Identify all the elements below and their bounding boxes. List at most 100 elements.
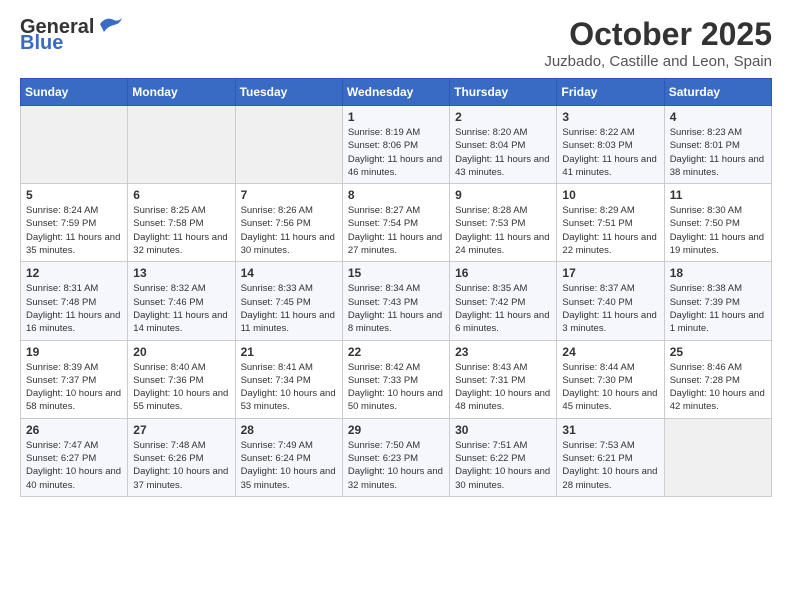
day-info: Sunrise: 8:28 AM Sunset: 7:53 PM Dayligh… <box>455 204 551 257</box>
table-row: 31 Sunrise: 7:53 AM Sunset: 6:21 PM Dayli… <box>557 418 664 496</box>
header-tuesday: Tuesday <box>235 79 342 106</box>
day-number: 14 <box>241 266 337 280</box>
day-number: 12 <box>26 266 122 280</box>
day-number: 28 <box>241 423 337 437</box>
table-row: 11 Sunrise: 8:30 AM Sunset: 7:50 PM Dayli… <box>664 184 771 262</box>
day-number: 10 <box>562 188 658 202</box>
table-row: 6 Sunrise: 8:25 AM Sunset: 7:58 PM Daylig… <box>128 184 235 262</box>
table-row: 29 Sunrise: 7:50 AM Sunset: 6:23 PM Dayli… <box>342 418 449 496</box>
table-row: 19 Sunrise: 8:39 AM Sunset: 7:37 PM Dayli… <box>21 340 128 418</box>
table-row <box>664 418 771 496</box>
day-number: 29 <box>348 423 444 437</box>
day-number: 20 <box>133 345 229 359</box>
table-row: 22 Sunrise: 8:42 AM Sunset: 7:33 PM Dayli… <box>342 340 449 418</box>
day-info: Sunrise: 8:40 AM Sunset: 7:36 PM Dayligh… <box>133 361 229 414</box>
table-row: 23 Sunrise: 8:43 AM Sunset: 7:31 PM Dayli… <box>450 340 557 418</box>
day-info: Sunrise: 8:41 AM Sunset: 7:34 PM Dayligh… <box>241 361 337 414</box>
table-row: 27 Sunrise: 7:48 AM Sunset: 6:26 PM Dayli… <box>128 418 235 496</box>
table-row: 4 Sunrise: 8:23 AM Sunset: 8:01 PM Daylig… <box>664 106 771 184</box>
table-row: 7 Sunrise: 8:26 AM Sunset: 7:56 PM Daylig… <box>235 184 342 262</box>
day-info: Sunrise: 8:46 AM Sunset: 7:28 PM Dayligh… <box>670 361 766 414</box>
day-info: Sunrise: 8:19 AM Sunset: 8:06 PM Dayligh… <box>348 126 444 179</box>
day-number: 31 <box>562 423 658 437</box>
table-row: 1 Sunrise: 8:19 AM Sunset: 8:06 PM Daylig… <box>342 106 449 184</box>
day-number: 4 <box>670 110 766 124</box>
table-row <box>128 106 235 184</box>
day-info: Sunrise: 8:22 AM Sunset: 8:03 PM Dayligh… <box>562 126 658 179</box>
day-info: Sunrise: 8:23 AM Sunset: 8:01 PM Dayligh… <box>670 126 766 179</box>
day-number: 25 <box>670 345 766 359</box>
day-info: Sunrise: 8:43 AM Sunset: 7:31 PM Dayligh… <box>455 361 551 414</box>
day-number: 11 <box>670 188 766 202</box>
page-title: October 2025 <box>544 16 772 53</box>
calendar-header: Sunday Monday Tuesday Wednesday Thursday… <box>21 79 772 106</box>
day-info: Sunrise: 8:32 AM Sunset: 7:46 PM Dayligh… <box>133 282 229 335</box>
day-number: 1 <box>348 110 444 124</box>
day-number: 18 <box>670 266 766 280</box>
day-info: Sunrise: 7:50 AM Sunset: 6:23 PM Dayligh… <box>348 439 444 492</box>
table-row: 17 Sunrise: 8:37 AM Sunset: 7:40 PM Dayli… <box>557 262 664 340</box>
day-number: 19 <box>26 345 122 359</box>
day-number: 9 <box>455 188 551 202</box>
header: General Blue October 2025 Juzbado, Casti… <box>20 16 772 70</box>
table-row: 12 Sunrise: 8:31 AM Sunset: 7:48 PM Dayli… <box>21 262 128 340</box>
day-number: 27 <box>133 423 229 437</box>
header-thursday: Thursday <box>450 79 557 106</box>
table-row: 9 Sunrise: 8:28 AM Sunset: 7:53 PM Daylig… <box>450 184 557 262</box>
day-number: 23 <box>455 345 551 359</box>
page-subtitle: Juzbado, Castille and Leon, Spain <box>544 53 772 70</box>
day-number: 15 <box>348 266 444 280</box>
header-wednesday: Wednesday <box>342 79 449 106</box>
logo-blue-text: Blue <box>20 32 63 54</box>
table-row: 20 Sunrise: 8:40 AM Sunset: 7:36 PM Dayli… <box>128 340 235 418</box>
day-info: Sunrise: 8:31 AM Sunset: 7:48 PM Dayligh… <box>26 282 122 335</box>
day-info: Sunrise: 8:33 AM Sunset: 7:45 PM Dayligh… <box>241 282 337 335</box>
day-number: 6 <box>133 188 229 202</box>
day-number: 21 <box>241 345 337 359</box>
day-number: 5 <box>26 188 122 202</box>
calendar-table: Sunday Monday Tuesday Wednesday Thursday… <box>20 78 772 497</box>
table-row: 28Sunrise: 7:49 AM Sunset: 6:24 PM Dayli… <box>235 418 342 496</box>
header-friday: Friday <box>557 79 664 106</box>
table-row: 2 Sunrise: 8:20 AM Sunset: 8:04 PM Daylig… <box>450 106 557 184</box>
day-info: Sunrise: 8:37 AM Sunset: 7:40 PM Dayligh… <box>562 282 658 335</box>
table-row: 18 Sunrise: 8:38 AM Sunset: 7:39 PM Dayli… <box>664 262 771 340</box>
table-row: 5 Sunrise: 8:24 AM Sunset: 7:59 PM Daylig… <box>21 184 128 262</box>
table-row <box>235 106 342 184</box>
day-info: Sunrise: 8:26 AM Sunset: 7:56 PM Dayligh… <box>241 204 337 257</box>
day-number: 22 <box>348 345 444 359</box>
day-info: Sunrise: 8:25 AM Sunset: 7:58 PM Dayligh… <box>133 204 229 257</box>
table-row: 26Sunrise: 7:47 AM Sunset: 6:27 PM Dayli… <box>21 418 128 496</box>
day-info: Sunrise: 8:38 AM Sunset: 7:39 PM Dayligh… <box>670 282 766 335</box>
day-info: Sunrise: 8:39 AM Sunset: 7:37 PM Dayligh… <box>26 361 122 414</box>
table-row <box>21 106 128 184</box>
table-row: 15 Sunrise: 8:34 AM Sunset: 7:43 PM Dayli… <box>342 262 449 340</box>
table-row: 10 Sunrise: 8:29 AM Sunset: 7:51 PM Dayli… <box>557 184 664 262</box>
day-number: 17 <box>562 266 658 280</box>
day-info: Sunrise: 8:30 AM Sunset: 7:50 PM Dayligh… <box>670 204 766 257</box>
day-info: Sunrise: 8:29 AM Sunset: 7:51 PM Dayligh… <box>562 204 658 257</box>
day-info: Sunrise: 8:24 AM Sunset: 7:59 PM Dayligh… <box>26 204 122 257</box>
day-info: Sunrise: 7:51 AM Sunset: 6:22 PM Dayligh… <box>455 439 551 492</box>
day-number: 7 <box>241 188 337 202</box>
header-monday: Monday <box>128 79 235 106</box>
table-row: 14 Sunrise: 8:33 AM Sunset: 7:45 PM Dayli… <box>235 262 342 340</box>
header-saturday: Saturday <box>664 79 771 106</box>
table-row: 24Sunrise: 8:44 AM Sunset: 7:30 PM Dayli… <box>557 340 664 418</box>
day-number: 2 <box>455 110 551 124</box>
table-row: 13Sunrise: 8:32 AM Sunset: 7:46 PM Dayli… <box>128 262 235 340</box>
day-number: 30 <box>455 423 551 437</box>
header-sunday: Sunday <box>21 79 128 106</box>
table-row: 8Sunrise: 8:27 AM Sunset: 7:54 PM Daylig… <box>342 184 449 262</box>
calendar-body: 1 Sunrise: 8:19 AM Sunset: 8:06 PM Daylig… <box>21 106 772 497</box>
day-info: Sunrise: 8:42 AM Sunset: 7:33 PM Dayligh… <box>348 361 444 414</box>
day-number: 8 <box>348 188 444 202</box>
day-info: Sunrise: 7:48 AM Sunset: 6:26 PM Dayligh… <box>133 439 229 492</box>
day-info: Sunrise: 7:53 AM Sunset: 6:21 PM Dayligh… <box>562 439 658 492</box>
table-row: 30 Sunrise: 7:51 AM Sunset: 6:22 PM Dayli… <box>450 418 557 496</box>
table-row: 21 Sunrise: 8:41 AM Sunset: 7:34 PM Dayli… <box>235 340 342 418</box>
day-info: Sunrise: 8:20 AM Sunset: 8:04 PM Dayligh… <box>455 126 551 179</box>
table-row: 16Sunrise: 8:35 AM Sunset: 7:42 PM Dayli… <box>450 262 557 340</box>
day-info: Sunrise: 8:44 AM Sunset: 7:30 PM Dayligh… <box>562 361 658 414</box>
day-info: Sunrise: 8:34 AM Sunset: 7:43 PM Dayligh… <box>348 282 444 335</box>
